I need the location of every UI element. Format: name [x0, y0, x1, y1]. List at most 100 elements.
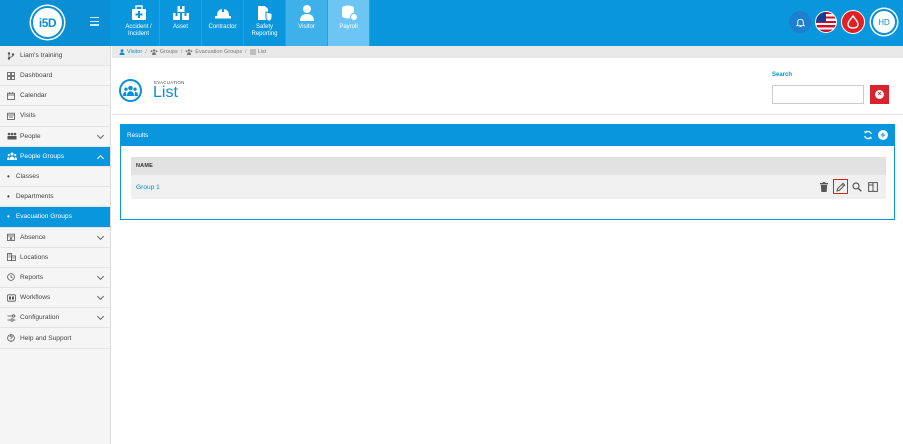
results-title: Results — [127, 132, 149, 139]
sidebar-item-label: Calendar — [20, 92, 47, 100]
branch-icon — [7, 51, 17, 60]
person-icon — [298, 4, 316, 22]
edit-button[interactable] — [833, 179, 848, 194]
breadcrumb-evacuation-groups[interactable]: Evacuation Groups — [185, 49, 242, 55]
close-icon: × — [875, 90, 884, 99]
module-label: Visitor — [298, 24, 315, 30]
sidebar-item-evacuation-groups[interactable]: • Evacuation Groups — [0, 207, 110, 228]
hardhat-icon — [214, 4, 232, 22]
breadcrumb-label: List — [257, 49, 267, 55]
sidebar-item-label: Absence — [20, 233, 46, 241]
sidebar-item-label: Visits — [20, 112, 36, 120]
building-icon — [7, 253, 17, 262]
sidebar-item-configuration[interactable]: Configuration — [0, 308, 110, 329]
breadcrumb-visitor[interactable]: Visitor — [119, 49, 142, 55]
sidebar-item-label: Classes — [15, 173, 40, 181]
sidebar-item-calendar[interactable]: Calendar — [0, 86, 110, 107]
table-header: NAME — [131, 157, 886, 175]
menu-icon[interactable] — [90, 17, 99, 28]
notifications-button[interactable] — [789, 11, 811, 33]
language-flag-icon[interactable] — [815, 11, 837, 33]
module-contractor[interactable]: Contractor — [202, 0, 244, 46]
chevron-down-icon — [96, 232, 105, 240]
table-row: Group 1 — [131, 175, 886, 199]
columns-button[interactable] — [866, 179, 880, 194]
group-icon — [150, 49, 158, 55]
bell-icon — [795, 18, 805, 27]
sidebar-item-label: People Groups — [20, 152, 64, 160]
search-label: Search — [772, 72, 793, 78]
sidebar-item-label: Locations — [20, 253, 49, 261]
module-payroll[interactable]: Payroll — [328, 0, 370, 46]
module-asset[interactable]: Asset — [160, 0, 202, 46]
module-bar: Accident / Incident Asset Contractor Saf… — [118, 0, 370, 46]
breadcrumb-label: Visitor — [127, 49, 143, 55]
results-panel: Results + NAME Group 1 — [120, 124, 895, 220]
module-visitor[interactable]: Visitor — [286, 0, 328, 46]
sidebar-item-classes[interactable]: • Classes — [0, 167, 110, 188]
results-header: Results + — [121, 125, 894, 146]
breadcrumb-label: Groups — [159, 49, 178, 55]
configuration-icon — [7, 314, 17, 322]
view-button[interactable] — [850, 179, 864, 194]
pencil-icon — [835, 182, 845, 192]
boxes-icon — [172, 4, 190, 22]
sidebar-item-reports[interactable]: Reports — [0, 268, 110, 289]
top-bar: i5D Accident / Incident Asset Contractor — [0, 0, 903, 46]
app-logo[interactable]: i5D — [31, 6, 64, 39]
sidebar-item-label: Workflows — [20, 294, 51, 302]
group-icon — [7, 152, 17, 161]
module-safety-reporting[interactable]: Safety Reporting — [244, 0, 286, 46]
sidebar-item-visits[interactable]: Visits — [0, 106, 110, 127]
sidebar-item-people[interactable]: People — [0, 127, 110, 147]
logo-text: i5D — [38, 15, 57, 30]
workflow-icon — [7, 294, 17, 302]
sidebar-item-label: Departments — [15, 193, 54, 201]
delete-button[interactable] — [817, 179, 831, 194]
breadcrumb: Visitor / Groups / Evacuation Groups / L… — [112, 46, 903, 58]
main-content: Visitor / Groups / Evacuation Groups / L… — [112, 46, 903, 444]
group-icon — [185, 49, 193, 55]
sidebar-item-label: Configuration — [20, 314, 60, 322]
sidebar-item-people-groups[interactable]: People Groups — [0, 146, 110, 167]
breadcrumb-list: List — [249, 49, 267, 55]
refresh-icon[interactable] — [863, 130, 873, 140]
sidebar-item-label: Dashboard — [20, 72, 53, 80]
breadcrumb-separator: / — [180, 49, 183, 55]
chevron-down-icon — [96, 272, 105, 280]
coins-icon — [340, 4, 358, 22]
sidebar-item-liams-training[interactable]: Liam's training — [0, 46, 110, 66]
chevron-down-icon — [96, 131, 105, 139]
sidebar-item-absence[interactable]: Absence — [0, 228, 110, 248]
breadcrumb-separator: / — [145, 49, 147, 55]
top-right-controls: HD — [789, 9, 897, 35]
people-icon — [7, 132, 17, 140]
sidebar-item-dashboard[interactable]: Dashboard — [0, 66, 110, 87]
search-clear-button[interactable]: × — [870, 85, 889, 104]
breadcrumb-label: Evacuation Groups — [195, 49, 243, 55]
breadcrumb-groups[interactable]: Groups — [150, 49, 178, 55]
sidebar-item-label: Reports — [20, 273, 44, 281]
sidebar-item-label: Evacuation Groups — [15, 213, 72, 221]
sidebar-item-departments[interactable]: • Departments — [0, 187, 110, 208]
bullet-icon: • — [7, 212, 10, 222]
module-label: Asset — [172, 24, 188, 30]
sidebar-item-locations[interactable]: Locations — [0, 248, 110, 268]
alert-button[interactable] — [841, 10, 865, 34]
user-avatar[interactable]: HD — [871, 9, 897, 35]
sidebar-item-help-and-support[interactable]: Help and Support — [0, 328, 110, 349]
drop-icon — [847, 15, 859, 29]
module-accident-incident[interactable]: Accident / Incident — [118, 0, 160, 46]
chevron-up-icon — [96, 154, 105, 162]
sidebar-item-label: Help and Support — [20, 334, 72, 342]
module-label: Safety Reporting — [251, 24, 278, 37]
visits-icon — [7, 112, 17, 120]
search-input[interactable] — [772, 85, 864, 104]
help-icon — [7, 334, 17, 342]
add-button[interactable]: + — [878, 130, 888, 140]
sidebar-item-workflows[interactable]: Workflows — [0, 288, 110, 309]
header-divider — [112, 114, 903, 115]
sidebar-item-label: People — [20, 132, 41, 140]
calendar-icon — [7, 92, 17, 100]
row-name-link[interactable]: Group 1 — [136, 184, 160, 191]
